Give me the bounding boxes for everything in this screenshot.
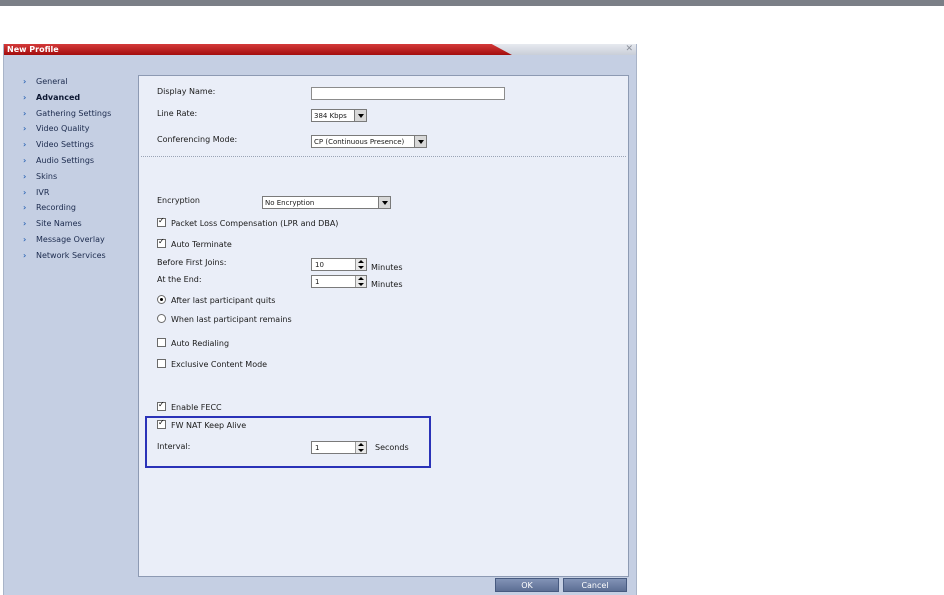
before-first-joins-label: Before First Joins: [157, 258, 227, 267]
when-last-remains-radio-row[interactable]: When last participant remains [157, 314, 292, 326]
chevron-right-icon: › [23, 77, 27, 86]
nav-item-label: IVR [36, 187, 50, 197]
dialog-titlebar[interactable]: New Profile ✕ [4, 44, 636, 55]
before-first-joins-spinner[interactable]: 10 [311, 258, 367, 271]
line-rate-select[interactable]: 384 Kbps [311, 109, 367, 122]
chevron-right-icon: › [23, 140, 27, 150]
auto-terminate-checkbox-row[interactable]: Auto Terminate [157, 236, 232, 251]
dialog-title: New Profile [7, 45, 59, 54]
conferencing-mode-select[interactable]: CP (Continuous Presence) [311, 135, 427, 148]
auto-redialing-label: Auto Redialing [171, 339, 230, 348]
nav-item-network-services[interactable]: › Network Services [4, 248, 134, 264]
enable-fecc-checkbox[interactable] [157, 399, 166, 411]
after-last-quits-radio-row[interactable]: After last participant quits [157, 295, 275, 307]
enable-fecc-checkbox-row[interactable]: Enable FECC [157, 399, 222, 414]
nav-item-label: Video Settings [36, 140, 94, 150]
before-first-joins-unit: Minutes [371, 263, 403, 272]
auto-terminate-checkbox[interactable] [157, 236, 166, 248]
cancel-button[interactable]: Cancel [563, 578, 627, 592]
at-the-end-unit: Minutes [371, 280, 403, 289]
spin-down-icon[interactable] [358, 266, 364, 269]
new-profile-dialog: New Profile ✕ › General › Advanced › Gather… [3, 44, 637, 595]
auto-redialing-checkbox[interactable] [157, 338, 166, 347]
nav-item-label: Video Quality [36, 124, 90, 134]
packet-loss-label: Packet Loss Compensation (LPR and DBA) [171, 219, 339, 228]
nav-item-label: General [36, 77, 68, 86]
exclusive-content-label: Exclusive Content Mode [171, 360, 268, 369]
nav-item-general[interactable]: › General [4, 74, 134, 90]
at-the-end-value: 1 [315, 278, 320, 286]
chevron-right-icon: › [23, 219, 27, 229]
nav-item-label: Audio Settings [36, 155, 95, 165]
nav-item-ivr[interactable]: › IVR [4, 185, 134, 201]
chevron-right-icon: › [23, 171, 27, 181]
nav-item-message-overlay[interactable]: › Message Overlay [4, 232, 134, 248]
title-accent [4, 44, 512, 55]
display-name-label: Display Name: [157, 87, 216, 96]
chevron-down-icon[interactable] [378, 197, 390, 208]
nav-item-gathering-settings[interactable]: › Gathering Settings [4, 106, 134, 122]
exclusive-content-checkbox-row[interactable]: Exclusive Content Mode [157, 359, 267, 371]
auto-terminate-label: Auto Terminate [171, 240, 232, 249]
nav-item-video-settings[interactable]: › Video Settings [4, 137, 134, 153]
after-last-quits-radio[interactable] [157, 295, 166, 304]
close-icon[interactable]: ✕ [625, 44, 633, 55]
nav-item-video-quality[interactable]: › Video Quality [4, 121, 134, 137]
sidebar-nav: › General › Advanced › Gathering Settings ›… [4, 74, 134, 264]
highlight-box [145, 416, 431, 468]
nav-item-label: Recording [36, 203, 77, 213]
chevron-right-icon: › [23, 155, 27, 165]
spin-up-icon[interactable] [358, 277, 364, 280]
chevron-right-icon: › [23, 92, 27, 102]
auto-redialing-checkbox-row[interactable]: Auto Redialing [157, 338, 229, 350]
spin-up-icon[interactable] [358, 260, 364, 263]
at-the-end-label: At the End: [157, 275, 202, 284]
chevron-right-icon: › [23, 234, 27, 244]
top-bar [0, 0, 944, 6]
spinner-buttons[interactable] [355, 259, 366, 270]
nav-item-audio-settings[interactable]: › Audio Settings [4, 153, 134, 169]
chevron-right-icon: › [23, 250, 27, 260]
after-last-quits-label: After last participant quits [171, 296, 276, 305]
nav-item-advanced[interactable]: › Advanced [4, 90, 134, 106]
nav-item-site-names[interactable]: › Site Names [4, 216, 134, 232]
enable-fecc-label: Enable FECC [171, 403, 222, 412]
nav-item-label: Skins [36, 171, 58, 181]
packet-loss-checkbox-row[interactable]: Packet Loss Compensation (LPR and DBA) [157, 215, 339, 230]
nav-item-label: Message Overlay [36, 234, 105, 244]
ok-button[interactable]: OK [495, 578, 559, 592]
when-last-remains-label: When last participant remains [171, 315, 292, 324]
at-the-end-spinner[interactable]: 1 [311, 275, 367, 288]
advanced-settings-panel: Display Name: Line Rate: 384 Kbps Confer… [138, 75, 629, 577]
chevron-right-icon: › [23, 203, 27, 213]
chevron-right-icon: › [23, 187, 27, 197]
chevron-down-icon[interactable] [354, 110, 366, 121]
packet-loss-checkbox[interactable] [157, 215, 166, 227]
before-first-joins-value: 10 [315, 261, 324, 269]
spin-down-icon[interactable] [358, 283, 364, 286]
chevron-right-icon: › [23, 124, 27, 134]
when-last-remains-radio[interactable] [157, 314, 166, 323]
chevron-down-icon[interactable] [414, 136, 426, 147]
nav-item-skins[interactable]: › Skins [4, 169, 134, 185]
nav-item-label: Site Names [36, 219, 82, 229]
nav-item-label: Advanced [36, 92, 81, 102]
nav-item-recording[interactable]: › Recording [4, 200, 134, 216]
display-name-input[interactable] [311, 87, 505, 100]
line-rate-label: Line Rate: [157, 109, 198, 118]
section-divider [141, 156, 626, 157]
encryption-label: Encryption [157, 196, 200, 205]
nav-item-label: Network Services [36, 250, 106, 260]
conferencing-mode-label: Conferencing Mode: [157, 135, 238, 144]
nav-item-label: Gathering Settings [36, 108, 112, 118]
conferencing-mode-value: CP (Continuous Presence) [314, 138, 405, 146]
spinner-buttons[interactable] [355, 276, 366, 287]
encryption-select[interactable]: No Encryption [262, 196, 391, 209]
line-rate-value: 384 Kbps [314, 112, 347, 120]
encryption-value: No Encryption [265, 199, 315, 207]
exclusive-content-checkbox[interactable] [157, 359, 166, 368]
chevron-right-icon: › [23, 108, 27, 118]
